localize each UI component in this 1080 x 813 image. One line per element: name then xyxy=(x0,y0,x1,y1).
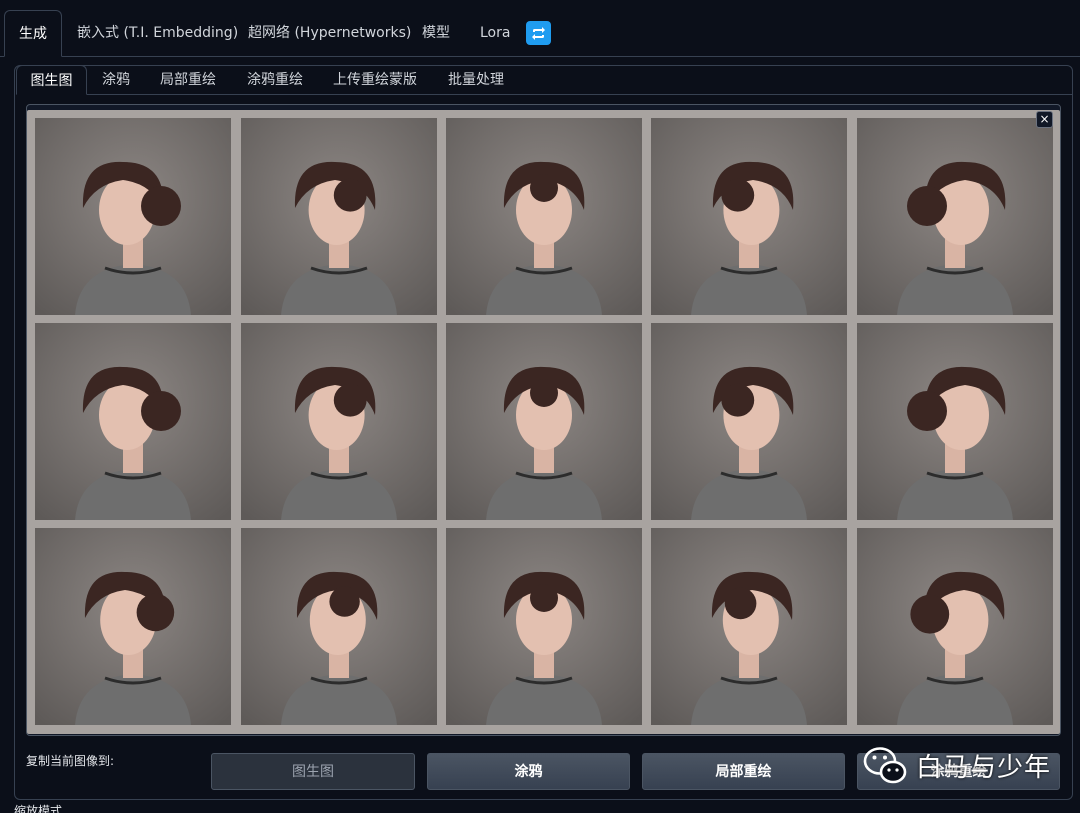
send-to-inpaint-button[interactable]: 局部重绘 xyxy=(642,753,845,790)
gallery-image[interactable] xyxy=(35,528,231,725)
gallery-image[interactable] xyxy=(241,118,437,315)
gallery-image[interactable] xyxy=(651,118,847,315)
gallery-image[interactable] xyxy=(651,323,847,520)
gallery-image[interactable] xyxy=(857,323,1053,520)
tab-generate[interactable]: 生成 xyxy=(4,10,62,57)
gallery-image[interactable] xyxy=(651,528,847,725)
tab-lora[interactable]: Lora xyxy=(480,10,510,57)
gallery-image[interactable] xyxy=(446,528,642,725)
top-tab-bar: 生成 嵌入式 (T.I. Embedding) 超网络 (Hypernetwor… xyxy=(0,0,1080,57)
gallery-image[interactable] xyxy=(35,118,231,315)
refresh-icon xyxy=(532,26,545,40)
tab-embedding[interactable]: 嵌入式 (T.I. Embedding) xyxy=(77,10,238,57)
gallery-image[interactable] xyxy=(446,323,642,520)
resize-mode-label: 缩放模式 xyxy=(14,804,63,813)
close-image-button[interactable]: × xyxy=(1036,111,1053,128)
tab-inpaint-upload[interactable]: 上传重绘蒙版 xyxy=(333,65,417,95)
tab-img2img[interactable]: 图生图 xyxy=(16,65,87,95)
refresh-button[interactable] xyxy=(526,21,551,45)
watermark: 白马与少年 xyxy=(862,742,1051,788)
tab-sketch[interactable]: 涂鸦 xyxy=(102,65,130,95)
send-to-img2img-button[interactable]: 图生图 xyxy=(211,753,415,790)
gallery-image[interactable] xyxy=(241,323,437,520)
gallery-image[interactable] xyxy=(857,118,1053,315)
send-to-sketch-button[interactable]: 涂鸦 xyxy=(427,753,630,790)
copy-image-label: 复制当前图像到: xyxy=(26,754,115,768)
sub-tab-bar: 图生图 涂鸦 局部重绘 涂鸦重绘 上传重绘蒙版 批量处理 xyxy=(14,65,1073,95)
gallery-image[interactable] xyxy=(446,118,642,315)
tab-batch[interactable]: 批量处理 xyxy=(448,65,504,95)
gallery-image[interactable] xyxy=(241,528,437,725)
tab-inpaint[interactable]: 局部重绘 xyxy=(160,65,216,95)
tab-inpaint-sketch[interactable]: 涂鸦重绘 xyxy=(247,65,303,95)
gallery-image[interactable] xyxy=(35,323,231,520)
tab-divider xyxy=(87,94,1072,95)
wechat-icon xyxy=(863,747,907,784)
image-grid[interactable] xyxy=(27,110,1060,734)
watermark-text: 白马与少年 xyxy=(916,752,1052,783)
tab-models[interactable]: 模型 xyxy=(422,10,450,57)
tab-hypernetworks[interactable]: 超网络 (Hypernetworks) xyxy=(248,10,411,57)
gallery-image[interactable] xyxy=(857,528,1053,725)
